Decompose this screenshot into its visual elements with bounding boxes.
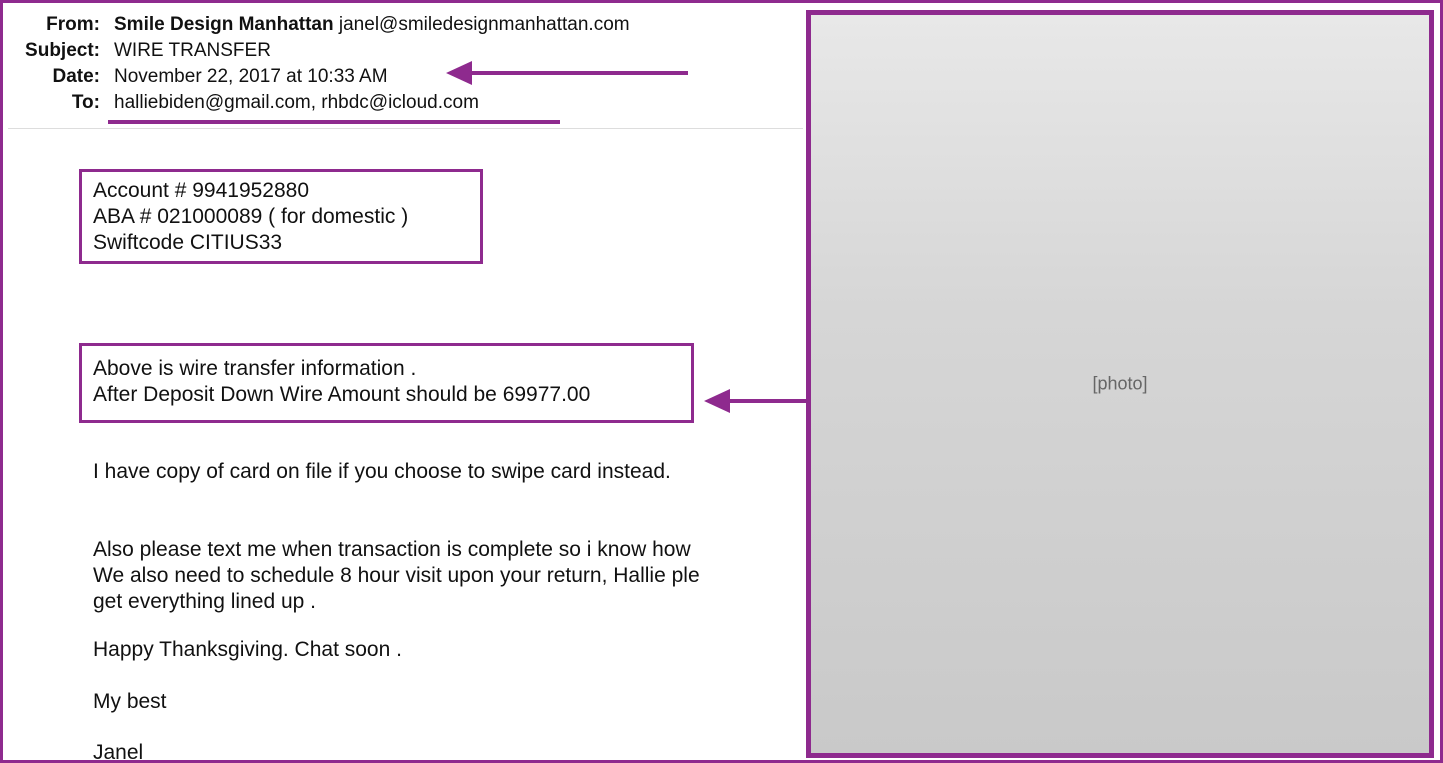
photo-placeholder: [photo] [1092, 373, 1148, 394]
text-line-2: We also need to schedule 8 hour visit up… [93, 564, 700, 587]
wire-amount-line: After Deposit Down Wire Amount should be… [93, 383, 591, 406]
from-name: Smile Design Manhattan [114, 14, 334, 35]
wire-arrow-line [728, 399, 806, 403]
photo-panel: [photo] [806, 10, 1434, 758]
date-arrow-line [470, 71, 688, 75]
from-value: Smile Design Manhattan janel@smiledesign… [114, 12, 630, 38]
card-line: I have copy of card on file if you choos… [93, 460, 671, 483]
account-line: Account # 9941952880 [93, 179, 310, 202]
aba-line: ABA # 021000089 ( for domestic ) [93, 205, 409, 228]
signature-line: Janel [93, 741, 144, 763]
wire-arrow-head-icon [704, 389, 730, 413]
from-email[interactable]: janel@smiledesignmanhattan.com [339, 14, 630, 35]
subject-row: Subject: WIRE TRANSFER [0, 38, 800, 64]
date-row: Date: November 22, 2017 at 10:33 AM [0, 64, 800, 90]
subject-value: WIRE TRANSFER [114, 40, 271, 61]
header-divider [8, 128, 803, 129]
date-value: November 22, 2017 at 10:33 AM [114, 66, 388, 87]
wire-info-line: Above is wire transfer information . [93, 357, 417, 380]
date-label: Date: [52, 66, 100, 87]
from-label: From: [46, 14, 100, 35]
to-row: To: halliebiden@gmail.com, rhbdc@icloud.… [0, 90, 800, 116]
from-row: From: Smile Design Manhattan janel@smile… [0, 12, 800, 38]
thanksgiving-line: Happy Thanksgiving. Chat soon . [93, 638, 402, 661]
swift-line: Swiftcode CITIUS33 [93, 231, 283, 254]
text-line-1: Also please text me when transaction is … [93, 538, 691, 561]
subject-label: Subject: [25, 40, 100, 61]
to-value[interactable]: halliebiden@gmail.com, rhbdc@icloud.com [114, 90, 479, 116]
to-label: To: [71, 92, 100, 113]
email-panel: From: Smile Design Manhattan janel@smile… [0, 0, 806, 763]
date-arrow-head-icon [446, 61, 472, 85]
to-underline [108, 120, 560, 124]
text-line-3: get everything lined up . [93, 590, 316, 613]
closing-line: My best [93, 690, 167, 713]
